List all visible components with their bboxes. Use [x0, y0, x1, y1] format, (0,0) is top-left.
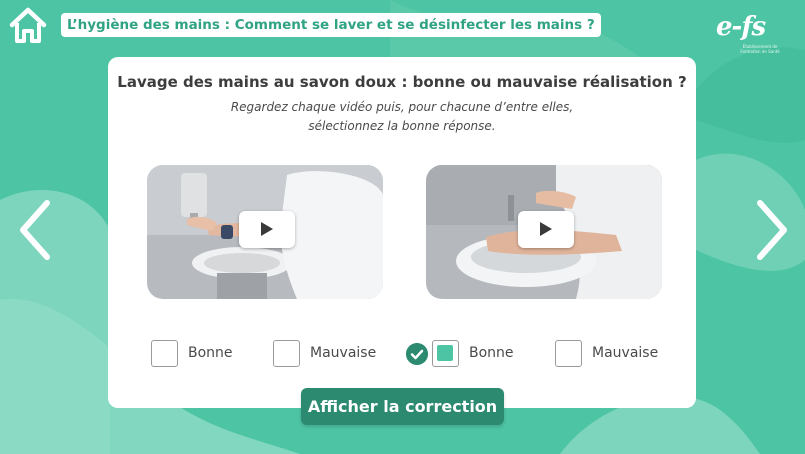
- play-icon: [540, 222, 552, 236]
- choice-label: Mauvaise: [592, 345, 659, 361]
- efs-logo: e-fs Établissement de Formation de Santé: [716, 12, 786, 68]
- play-button[interactable]: [518, 211, 574, 248]
- show-correction-button[interactable]: Afficher la correction: [301, 388, 504, 425]
- choice-label: Bonne: [188, 345, 233, 361]
- chevron-right-icon: [757, 200, 787, 260]
- logo-subtitle: Établissement de Formation de Santé: [740, 44, 780, 54]
- logo-text: e-fs: [716, 12, 766, 42]
- play-button[interactable]: [239, 211, 295, 248]
- checkbox[interactable]: [151, 340, 178, 367]
- choice-label: Bonne: [469, 345, 514, 361]
- home-icon: [9, 7, 47, 43]
- home-button[interactable]: [8, 6, 48, 44]
- question-title: Lavage des mains au savon doux : bonne o…: [117, 73, 687, 91]
- video-1[interactable]: [147, 165, 383, 299]
- choice-label: Mauvaise: [310, 345, 377, 361]
- exercise-card: Lavage des mains au savon doux : bonne o…: [108, 57, 696, 408]
- previous-button[interactable]: [15, 199, 55, 261]
- page-title: L’hygiène des mains : Comment se laver e…: [61, 13, 601, 37]
- checkbox[interactable]: [273, 340, 300, 367]
- chevron-left-icon: [20, 200, 50, 260]
- instruction-line-1: Regardez chaque vidéo puis, pour chacune…: [230, 100, 574, 114]
- next-button[interactable]: [752, 199, 792, 261]
- checkbox-checked[interactable]: [432, 340, 459, 367]
- play-icon: [261, 222, 273, 236]
- video-2[interactable]: [426, 165, 662, 299]
- check-circle-icon: [406, 343, 428, 365]
- checkbox[interactable]: [555, 340, 582, 367]
- instruction-line-2: sélectionnez la bonne réponse.: [308, 119, 496, 133]
